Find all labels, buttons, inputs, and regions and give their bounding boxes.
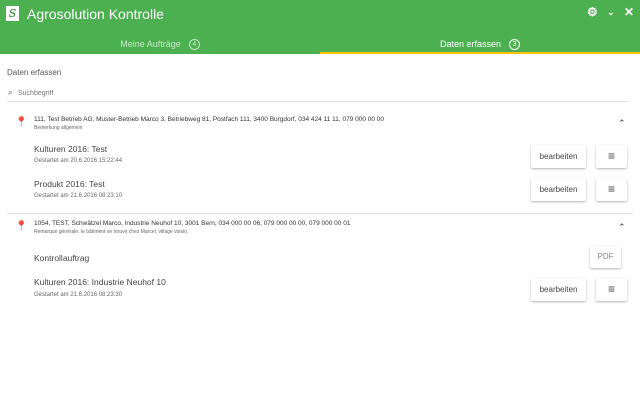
chevron-up-icon[interactable]: ⌃ xyxy=(618,222,626,233)
item-title: Kulturen 2016: Test xyxy=(34,144,108,154)
tab-daten-erfassen[interactable]: Daten erfassen 3 xyxy=(320,36,640,54)
gear-icon[interactable]: ⚙ xyxy=(587,5,598,19)
edit-button[interactable]: bearbeiten xyxy=(531,145,586,168)
page-heading: Daten erfassen xyxy=(7,68,62,77)
group-remark: Remarque générale: le bâtiment se trouve… xyxy=(34,229,189,235)
location-pin-icon: 📍 xyxy=(15,221,28,232)
chevron-down-icon[interactable]: ⌄ xyxy=(607,7,615,18)
location-pin-icon: 📍 xyxy=(15,117,28,128)
tab-meine-auftraege[interactable]: Meine Aufträge 4 xyxy=(0,36,320,54)
close-icon[interactable]: ✕ xyxy=(624,5,634,19)
app-logo: S xyxy=(6,6,19,21)
search-underline xyxy=(7,101,628,102)
item-title: Kulturen 2016: Industrie Neuhof 10 xyxy=(34,277,166,287)
menu-button[interactable]: ≡ xyxy=(596,178,627,201)
edit-button[interactable]: bearbeiten xyxy=(531,278,586,301)
item-started: Gestartet am 21.6.2016 08:23:30 xyxy=(34,292,123,298)
edit-button[interactable]: bearbeiten xyxy=(531,178,586,201)
search-input[interactable] xyxy=(18,87,628,100)
chevron-up-icon[interactable]: ⌃ xyxy=(618,118,626,129)
group-address: 1054, TEST, Schwätzel Marco, Industrie N… xyxy=(34,220,351,227)
group-remark: Bemerkung allgemein xyxy=(34,125,83,131)
item-started: Gestartet am 21.6.2016 08:23:10 xyxy=(34,193,123,199)
item-title: Produkt 2016: Test xyxy=(34,179,105,189)
group-divider xyxy=(7,213,633,214)
tab-label: Daten erfassen xyxy=(439,39,502,49)
group-address: 111, Test Betrieb AG, Muster-Betrieb Mar… xyxy=(34,116,385,123)
menu-button[interactable]: ≡ xyxy=(596,278,627,301)
item-started: Gestartet am 20.6.2016 15:22:44 xyxy=(34,158,123,164)
kontrollauftrag-label: Kontrollauftrag xyxy=(34,253,90,263)
tab-label: Meine Aufträge xyxy=(120,39,181,49)
tab-count-badge: 4 xyxy=(188,39,200,51)
app-title: Agrosolution Kontrolle xyxy=(27,6,164,22)
menu-button[interactable]: ≡ xyxy=(596,145,627,168)
search-icon: ⌕ xyxy=(8,88,13,97)
pdf-button[interactable]: PDF xyxy=(590,246,621,268)
tab-count-badge: 3 xyxy=(509,39,521,51)
